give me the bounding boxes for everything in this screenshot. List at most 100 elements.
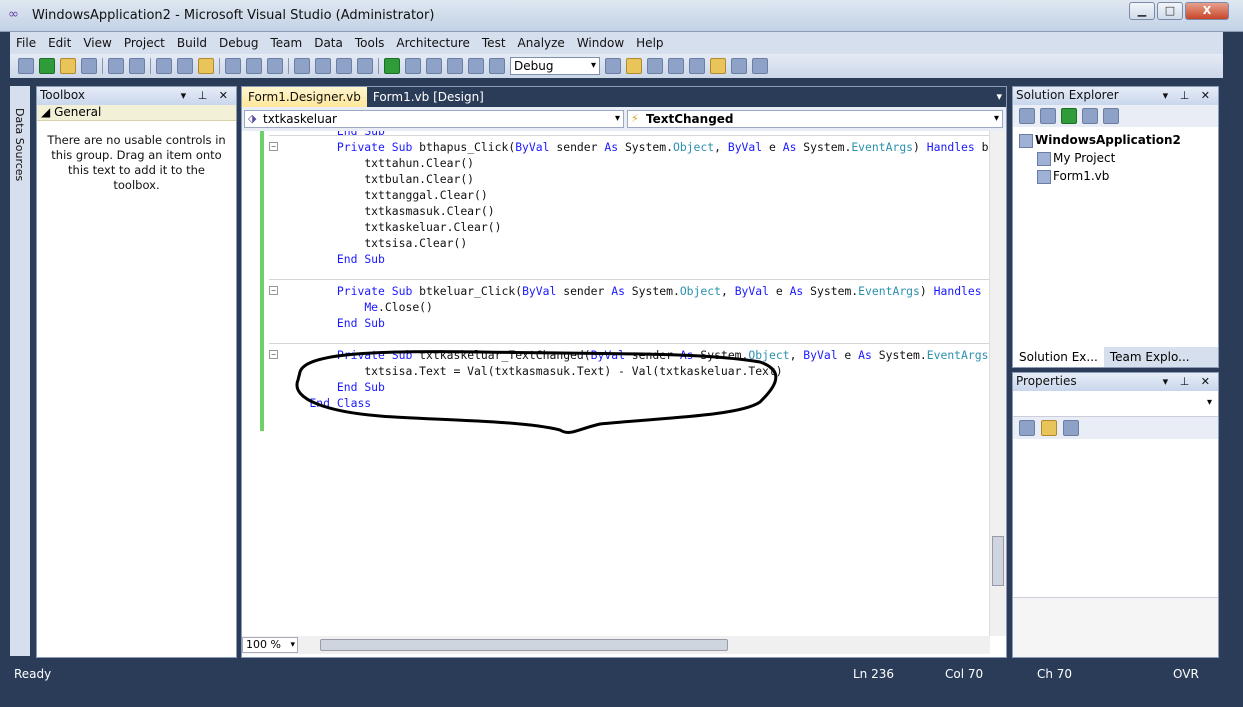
method-name-value: TextChanged: [646, 112, 734, 126]
code-line[interactable]: txtsisa.Text = Val(txtkasmasuk.Text) - V…: [364, 363, 782, 379]
collapse-region-icon[interactable]: −: [269, 286, 278, 295]
menu-test[interactable]: Test: [482, 36, 506, 50]
code-line[interactable]: txtsisa.Clear(): [364, 235, 467, 251]
categorized-icon[interactable]: [1019, 420, 1035, 436]
menu-analyze[interactable]: Analyze: [518, 36, 565, 50]
start-page-icon[interactable]: [731, 58, 747, 74]
menu-file[interactable]: File: [16, 36, 36, 50]
alphabetical-icon[interactable]: [1041, 420, 1057, 436]
menu-window[interactable]: Window: [577, 36, 624, 50]
tree-item-project[interactable]: WindowsApplication2: [1017, 131, 1218, 149]
new-project-icon[interactable]: [18, 58, 34, 74]
step-out-icon[interactable]: [489, 58, 505, 74]
properties-window-icon[interactable]: [647, 58, 663, 74]
menu-debug[interactable]: Debug: [219, 36, 258, 50]
add-item-icon[interactable]: [39, 58, 55, 74]
code-line[interactable]: Private Sub txtkaskeluar_TextChanged(ByV…: [337, 347, 990, 363]
code-line[interactable]: Me.Close(): [364, 299, 433, 315]
find-icon[interactable]: [225, 58, 241, 74]
save-all-icon[interactable]: [129, 58, 145, 74]
show-all-files-icon[interactable]: [1040, 108, 1056, 124]
menu-team[interactable]: Team: [270, 36, 302, 50]
code-line[interactable]: Private Sub btkeluar_Click(ByVal sender …: [337, 283, 990, 299]
properties-icon[interactable]: [1019, 108, 1035, 124]
start-debugging-icon[interactable]: [384, 58, 400, 74]
stop-debugging-icon[interactable]: [426, 58, 442, 74]
add-new-item-icon[interactable]: [81, 58, 97, 74]
code-area[interactable]: End Sub Private Sub bthapus_Click(ByVal s…: [242, 131, 990, 636]
menu-tools[interactable]: Tools: [355, 36, 385, 50]
properties-pane-controls[interactable]: ▾ ⊥ ✕: [1163, 373, 1214, 390]
step-into-icon[interactable]: [447, 58, 463, 74]
break-all-icon[interactable]: [405, 58, 421, 74]
code-line[interactable]: txtkaskeluar.Clear(): [364, 219, 501, 235]
menu-view[interactable]: View: [83, 36, 111, 50]
collapse-region-icon[interactable]: −: [269, 350, 278, 359]
solution-explorer-icon[interactable]: [626, 58, 642, 74]
tab-form1-design[interactable]: Form1.vb [Design]: [367, 87, 490, 107]
menu-project[interactable]: Project: [124, 36, 165, 50]
copy-icon[interactable]: [177, 58, 193, 74]
tab-form1-designer[interactable]: Form1.Designer.vb: [242, 87, 367, 107]
menu-edit[interactable]: Edit: [48, 36, 71, 50]
properties-object-select[interactable]: [1013, 391, 1218, 417]
comment-icon[interactable]: [246, 58, 262, 74]
code-line[interactable]: txttahun.Clear(): [364, 155, 474, 171]
class-diagram-icon[interactable]: [1103, 108, 1119, 124]
code-line[interactable]: txttanggal.Clear(): [364, 187, 487, 203]
solution-explorer-pane-controls[interactable]: ▾ ⊥ ✕: [1163, 87, 1214, 104]
vertical-scrollbar[interactable]: [989, 131, 1006, 636]
toolbox-group-general[interactable]: ◢ General: [37, 105, 236, 121]
explorer-bottom-tabs: Solution Ex... Team Explo...: [1013, 347, 1218, 367]
menu-help[interactable]: Help: [636, 36, 663, 50]
toolbar-separator: [150, 58, 151, 74]
data-sources-tab[interactable]: Data Sources: [13, 108, 26, 181]
document-tabs: Form1.Designer.vb Form1.vb [Design] ▾: [242, 87, 1006, 107]
uncomment-icon[interactable]: [267, 58, 283, 74]
navigate-forward-icon[interactable]: [357, 58, 373, 74]
code-line[interactable]: End Sub: [337, 379, 385, 395]
menu-build[interactable]: Build: [177, 36, 207, 50]
menu-architecture[interactable]: Architecture: [396, 36, 469, 50]
paste-icon[interactable]: [198, 58, 214, 74]
code-line[interactable]: End Sub: [337, 315, 385, 331]
tab-team-explorer[interactable]: Team Explo...: [1104, 347, 1196, 367]
code-line[interactable]: End Class: [309, 395, 371, 411]
toolbox-icon[interactable]: [689, 58, 705, 74]
zoom-select[interactable]: 100 %: [242, 637, 298, 653]
method-name-select[interactable]: ⚡ TextChanged: [627, 110, 1003, 128]
open-file-icon[interactable]: [60, 58, 76, 74]
refresh-icon[interactable]: [1061, 108, 1077, 124]
menu-bar: File Edit View Project Build Debug Team …: [10, 32, 1223, 54]
maximize-button[interactable]: □: [1157, 2, 1183, 20]
tree-item-form1[interactable]: Form1.vb: [1035, 167, 1218, 185]
view-code-icon[interactable]: [1082, 108, 1098, 124]
code-line[interactable]: End Sub: [337, 251, 385, 267]
collapse-region-icon[interactable]: −: [269, 142, 278, 151]
toolbar-options-icon[interactable]: [752, 58, 768, 74]
code-line[interactable]: txtbulan.Clear(): [364, 171, 474, 187]
toolbox-pane-controls[interactable]: ▾ ⊥ ✕: [181, 87, 232, 104]
vertical-scroll-thumb[interactable]: [992, 536, 1004, 586]
horizontal-scroll-thumb[interactable]: [320, 639, 728, 651]
cut-icon[interactable]: [156, 58, 172, 74]
code-line[interactable]: Private Sub bthapus_Click(ByVal sender A…: [337, 139, 990, 155]
menu-data[interactable]: Data: [314, 36, 343, 50]
find-in-files-icon[interactable]: [605, 58, 621, 74]
extension-manager-icon[interactable]: [710, 58, 726, 74]
undo-icon[interactable]: [294, 58, 310, 74]
property-pages-icon[interactable]: [1063, 420, 1079, 436]
tabs-dropdown-icon[interactable]: ▾: [996, 90, 1002, 103]
close-button[interactable]: X: [1185, 2, 1229, 20]
navigate-backward-icon[interactable]: [336, 58, 352, 74]
object-browser-icon[interactable]: [668, 58, 684, 74]
tree-item-my-project[interactable]: My Project: [1035, 149, 1218, 167]
tab-solution-explorer[interactable]: Solution Ex...: [1013, 347, 1104, 367]
minimize-button[interactable]: ▁: [1129, 2, 1155, 20]
class-name-select[interactable]: ⬗ txtkaskeluar: [244, 110, 624, 128]
solution-configuration-select[interactable]: Debug: [510, 57, 600, 75]
redo-icon[interactable]: [315, 58, 331, 74]
step-over-icon[interactable]: [468, 58, 484, 74]
code-line[interactable]: txtkasmasuk.Clear(): [364, 203, 494, 219]
save-icon[interactable]: [108, 58, 124, 74]
